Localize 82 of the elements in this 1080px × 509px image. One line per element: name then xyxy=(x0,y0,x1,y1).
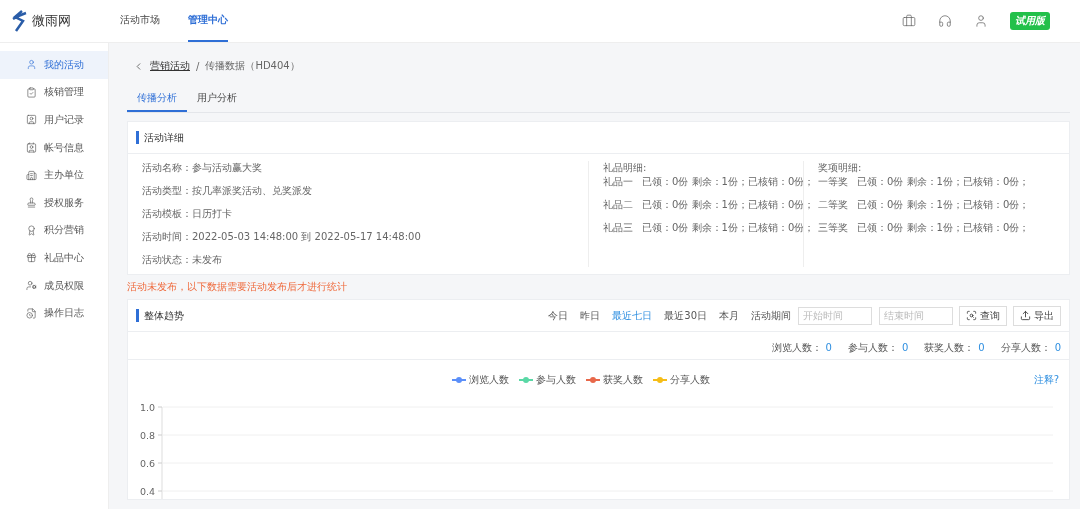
nav-tab[interactable]: 活动市场 xyxy=(120,0,160,42)
stat-value: 0 xyxy=(978,342,985,353)
item-name: 礼品一 xyxy=(603,175,633,189)
tick-label: 0.8 xyxy=(139,429,155,441)
search-icon xyxy=(966,310,977,321)
tick-label: 0.4 xyxy=(139,485,155,497)
stat-value: 0 xyxy=(825,342,832,353)
sidebar-item[interactable]: 主办单位 xyxy=(0,161,108,189)
tick-label: 0.6 xyxy=(139,457,155,469)
tick-label: 1.0 xyxy=(139,401,155,413)
stat-label: 获奖人数： xyxy=(924,342,975,353)
stat-label: 浏览人数： xyxy=(771,342,822,353)
sidebar-item[interactable]: 操作日志 xyxy=(0,299,108,327)
range-option[interactable]: 今日 xyxy=(548,308,569,323)
logo-text: 微雨网 xyxy=(32,12,71,30)
detail-field: 活动时间：2022-05-03 14:48:00 到 2022-05-17 14:48:00 xyxy=(142,230,582,244)
sidebar-item[interactable]: 积分营销 xyxy=(0,216,108,245)
sidebar-item[interactable]: 用户记录 xyxy=(0,106,108,134)
user-gear-icon xyxy=(26,280,37,292)
stamp-icon xyxy=(26,197,37,209)
range-option[interactable]: 最近七日 xyxy=(612,308,653,323)
gift-icon xyxy=(26,252,37,264)
briefcase-icon[interactable] xyxy=(902,14,916,28)
item-name: 三等奖 xyxy=(818,221,848,235)
item-counts: 已领：0份 剩余：1份；已核销：0份； xyxy=(857,198,1030,212)
sidebar-item[interactable]: 我的活动 xyxy=(0,51,108,79)
detail-field: 活动状态：未发布 xyxy=(142,253,582,267)
stat-label: 参与人数： xyxy=(847,342,898,353)
range-option[interactable]: 本月 xyxy=(719,308,739,323)
legend-item[interactable]: 参与人数 xyxy=(518,373,576,387)
query-button[interactable]: 查询 xyxy=(959,305,1007,326)
breadcrumb-separator: / xyxy=(196,60,200,72)
detail-field: 活动类型：按几率派奖活动、兑奖派发 xyxy=(142,184,582,198)
start-time-field[interactable]: 开始时间 xyxy=(798,306,872,325)
sidebar-item[interactable]: 礼品中心 xyxy=(0,244,108,272)
upload-icon xyxy=(1020,310,1031,321)
notice-text: 活动未发布，以下数据需要活动发布后才进行统计 xyxy=(127,280,348,294)
range-option[interactable]: 昨日 xyxy=(580,308,601,323)
detail-field: 活动名称：参与活动赢大奖 xyxy=(142,161,582,175)
card-title: 活动详细 xyxy=(136,131,184,144)
item-counts: 已领：0份 剩余：1份；已核销：0份； xyxy=(857,221,1030,235)
legend-item[interactable]: 浏览人数 xyxy=(451,373,509,387)
trial-badge: 试用版 xyxy=(1010,12,1050,30)
breadcrumb-link[interactable]: 营销活动 xyxy=(150,59,190,73)
sidebar-item[interactable]: 授权服务 xyxy=(0,188,108,217)
stat-value: 0 xyxy=(901,342,909,353)
contact-card-icon xyxy=(26,142,37,154)
item-name: 礼品二 xyxy=(603,198,633,212)
note-link[interactable]: 注释? xyxy=(1033,373,1059,387)
detail-field: 活动模板：日历打卡 xyxy=(142,207,582,221)
person-icon xyxy=(26,59,37,71)
building-icon xyxy=(26,169,37,181)
sidebar-item[interactable]: 帐号信息 xyxy=(0,133,108,162)
item-name: 二等奖 xyxy=(818,198,848,212)
section-label: 奖项明细: xyxy=(818,161,863,175)
item-name: 一等奖 xyxy=(818,175,848,189)
legend-item[interactable]: 分享人数 xyxy=(652,373,710,387)
legend-item[interactable]: 获奖人数 xyxy=(585,373,643,387)
log-icon xyxy=(26,307,37,319)
card-title: 整体趋势 xyxy=(136,309,184,322)
sidebar-item[interactable]: 成员权限 xyxy=(0,271,108,300)
item-counts: 已领：0份 剩余：1份；已核销：0份； xyxy=(857,175,1030,189)
award-icon xyxy=(26,224,37,236)
range-option[interactable]: 最近30日 xyxy=(664,308,707,323)
user-icon[interactable] xyxy=(974,14,988,28)
id-card-icon xyxy=(26,114,37,126)
item-counts: 已领：0份 剩余：1份；已核销：0份； xyxy=(642,175,815,189)
tab[interactable]: 用户分析 xyxy=(187,89,247,112)
sidebar-item[interactable]: 核销管理 xyxy=(0,78,108,107)
item-counts: 已领：0份 剩余：1份；已核销：0份； xyxy=(642,221,815,235)
end-time-field[interactable]: 结束时间 xyxy=(879,306,953,325)
stat-label: 分享人数： xyxy=(1000,342,1051,353)
tab[interactable]: 传播分析 xyxy=(127,89,187,112)
range-option[interactable]: 活动期间 xyxy=(751,308,791,323)
clipboard-check-icon xyxy=(26,86,37,98)
section-label: 礼品明细: xyxy=(603,161,648,175)
breadcrumb-current: 传播数据（HD404） xyxy=(205,59,300,73)
stat-value: 0 xyxy=(1054,342,1061,353)
headset-icon[interactable] xyxy=(938,14,952,28)
export-button[interactable]: 导出 xyxy=(1013,305,1061,326)
item-counts: 已领：0份 剩余：1份；已核销：0份； xyxy=(642,198,815,212)
item-name: 礼品三 xyxy=(603,221,633,235)
